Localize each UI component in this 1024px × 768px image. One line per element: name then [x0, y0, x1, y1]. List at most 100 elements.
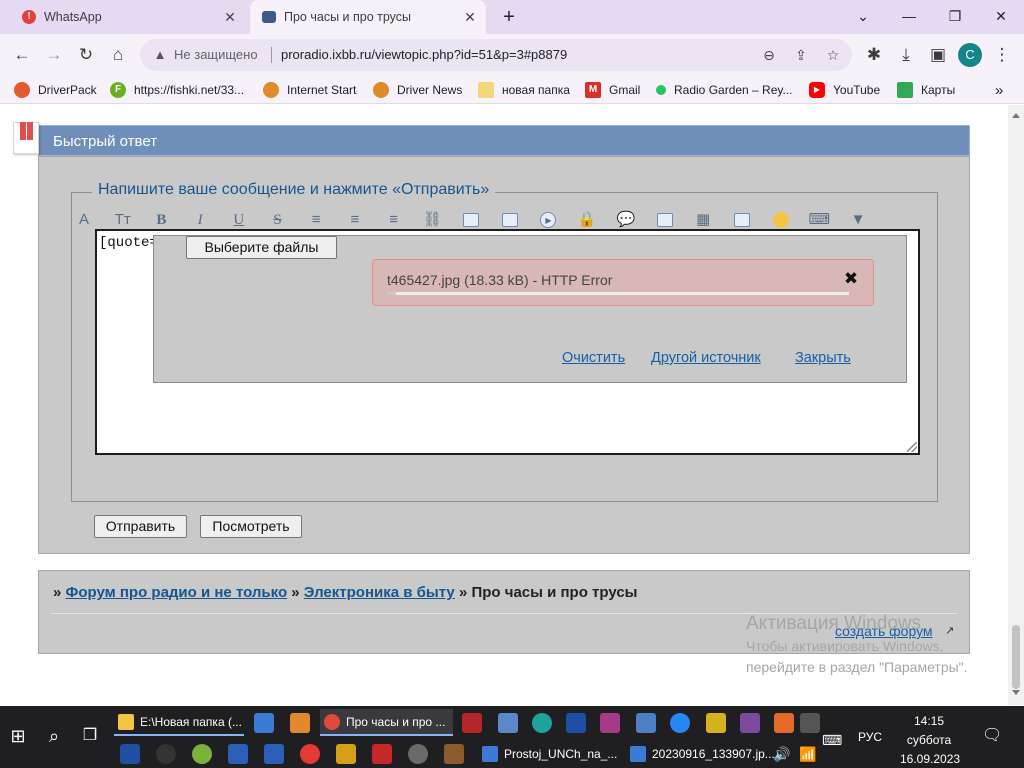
message-text[interactable]: [quote=: [99, 235, 158, 251]
bookmark-maps[interactable]: Карты: [897, 76, 955, 104]
editor-app-icon[interactable]: [774, 713, 794, 733]
scroll-thumb[interactable]: [1012, 625, 1020, 689]
bookmark-driver-news[interactable]: Driver News: [373, 76, 462, 104]
reload-button[interactable]: ↻: [74, 43, 98, 67]
metro-icon[interactable]: [336, 744, 356, 764]
video-icon[interactable]: ▶: [535, 209, 561, 231]
keyboard-layout-icon[interactable]: ⌨: [822, 730, 842, 750]
scroll-down-icon[interactable]: [1012, 690, 1020, 695]
other-source-link[interactable]: Другой источник: [651, 350, 761, 366]
close-icon[interactable]: ✕: [222, 9, 238, 25]
smiley-icon[interactable]: [768, 209, 794, 231]
power-icon[interactable]: [156, 744, 176, 764]
vk-icon[interactable]: [670, 713, 690, 733]
address-bar[interactable]: ▲ Не защищено proradio.ixbb.ru/viewtopic…: [140, 39, 852, 71]
yandex-icon[interactable]: [300, 744, 320, 764]
not-secure-icon[interactable]: ▲: [152, 47, 168, 63]
calculator-icon[interactable]: [498, 713, 518, 733]
resize-grip-icon[interactable]: [907, 442, 917, 452]
network-icon[interactable]: [264, 744, 284, 764]
task-view-icon[interactable]: ❐: [80, 726, 100, 746]
scroll-up-icon[interactable]: [1012, 113, 1020, 118]
close-icon[interactable]: ✕: [462, 9, 478, 25]
bookmark-youtube[interactable]: ▶ YouTube: [809, 76, 880, 104]
search-icon[interactable]: ⌕: [44, 726, 64, 746]
quote-icon[interactable]: 💬: [613, 209, 639, 231]
upload-icon[interactable]: [652, 209, 678, 231]
battery-app-icon[interactable]: [706, 713, 726, 733]
clock[interactable]: 14:15 суббота 16.09.2023: [900, 712, 960, 768]
taskbar-app-chrome[interactable]: Про часы и про ...: [320, 709, 453, 736]
usb-icon[interactable]: [800, 713, 820, 733]
bookmark-driverpack[interactable]: DriverPack: [14, 76, 97, 104]
remove-file-icon[interactable]: ✖: [843, 270, 859, 288]
tab-forum-topic[interactable]: Про часы и про трусы ✕: [250, 0, 486, 34]
notepad-icon[interactable]: [636, 713, 656, 733]
menu-icon[interactable]: ⋮: [990, 43, 1014, 67]
spreadsheet-icon[interactable]: [120, 744, 140, 764]
start-button[interactable]: ⊞: [8, 726, 28, 746]
download-icon[interactable]: ⤓: [894, 43, 918, 67]
font-size-icon[interactable]: Tт: [110, 209, 136, 231]
extensions-icon[interactable]: ✱: [862, 43, 886, 67]
image-icon[interactable]: [458, 209, 484, 231]
pdf-icon[interactable]: [372, 744, 392, 764]
share-icon[interactable]: ⇪: [792, 46, 810, 64]
globe-icon[interactable]: [532, 713, 552, 733]
back-button[interactable]: ←: [10, 43, 34, 67]
bookmark-folder[interactable]: новая папка: [478, 76, 570, 104]
align-center-icon[interactable]: ≡: [342, 209, 368, 231]
align-right-icon[interactable]: ≡: [381, 209, 407, 231]
url-text[interactable]: proradio.ixbb.ru/viewtopic.php?id=51&p=3…: [281, 47, 567, 62]
home-button[interactable]: ⌂: [106, 43, 130, 67]
bookmark-radio-garden[interactable]: Radio Garden – Rey...: [656, 76, 793, 104]
bookmark-star-icon[interactable]: ☆: [824, 46, 842, 64]
bookmark-gmail[interactable]: M Gmail: [585, 76, 640, 104]
align-left-icon[interactable]: ≡: [303, 209, 329, 231]
underline-icon[interactable]: U: [226, 209, 252, 231]
turtle-icon[interactable]: [444, 744, 464, 764]
window-close-button[interactable]: ✕: [987, 4, 1015, 28]
wifi-icon[interactable]: 📶: [798, 744, 818, 764]
restore-button[interactable]: ❐: [941, 4, 969, 28]
security-label[interactable]: Не защищено: [174, 47, 258, 62]
table-icon[interactable]: [729, 209, 755, 231]
submit-button[interactable]: Отправить: [94, 515, 187, 538]
notification-icon[interactable]: 🗨: [982, 726, 1002, 746]
zoom-icon[interactable]: ⊖: [760, 46, 778, 64]
more-bookmarks-icon[interactable]: »: [995, 76, 1003, 104]
profile-avatar[interactable]: C: [958, 43, 982, 67]
language-indicator[interactable]: РУС: [858, 730, 882, 744]
monitor-icon[interactable]: [254, 713, 274, 733]
strikethrough-icon[interactable]: S: [265, 209, 291, 231]
link-icon[interactable]: ⛓: [419, 209, 445, 231]
more-dropdown-icon[interactable]: ▼: [845, 209, 871, 231]
archive-icon[interactable]: [290, 713, 310, 733]
hide-lock-icon[interactable]: 🔒: [574, 209, 600, 231]
winrar-icon[interactable]: [600, 713, 620, 733]
minimize-button[interactable]: —: [895, 4, 923, 28]
close-upload-link[interactable]: Закрыть: [795, 350, 851, 366]
bookmark-fishki[interactable]: Fhttps://fishki.net/33...: [110, 76, 244, 104]
preview-button[interactable]: Посмотреть: [200, 515, 302, 538]
word-icon[interactable]: [228, 744, 248, 764]
bold-icon[interactable]: B: [148, 209, 174, 231]
soldering-icon[interactable]: [462, 713, 482, 733]
speaker-icon[interactable]: 🔊: [772, 744, 792, 764]
tab-search-icon[interactable]: ⌄: [849, 4, 877, 28]
italic-icon[interactable]: I: [187, 209, 213, 231]
breadcrumb-section-link[interactable]: Электроника в быту: [304, 584, 455, 601]
bookmark-internet-start[interactable]: Internet Start: [263, 76, 356, 104]
taskbar-app-image-viewer[interactable]: 20230916_133907.jp...: [626, 741, 775, 767]
tab-whatsapp[interactable]: ! WhatsApp ✕: [8, 0, 246, 34]
new-tab-button[interactable]: +: [498, 6, 520, 28]
forward-button[interactable]: →: [42, 43, 66, 67]
choose-files-button[interactable]: Выберите файлы: [186, 236, 337, 259]
paint-icon[interactable]: [408, 744, 428, 764]
color-palette-icon[interactable]: ▦: [690, 209, 716, 231]
taskbar-app-document[interactable]: Prostoj_UNCh_na_...: [478, 741, 618, 767]
gallery-icon[interactable]: [497, 209, 523, 231]
media-player-icon[interactable]: [192, 744, 212, 764]
page-scrollbar[interactable]: [1008, 105, 1024, 705]
keyboard-icon[interactable]: ⌨: [806, 209, 832, 231]
